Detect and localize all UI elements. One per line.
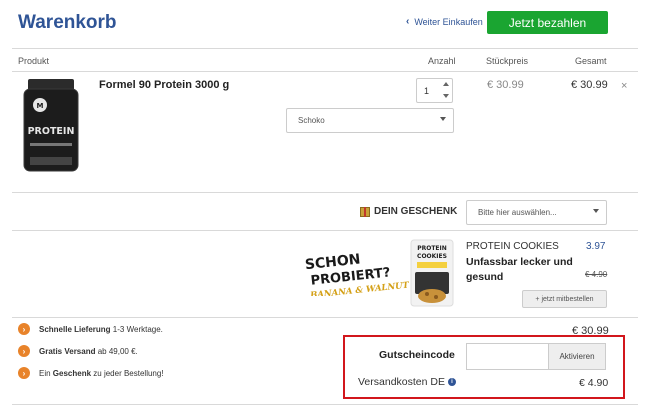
activate-coupon-button[interactable]: Aktivieren (548, 343, 606, 370)
promo-product-title: PROTEIN COOKIES (466, 241, 559, 252)
add-promo-button[interactable]: + jetzt mitbestellen (522, 290, 607, 308)
product-name[interactable]: Formel 90 Protein 3000 g (99, 79, 229, 91)
chevron-right-icon: › (18, 367, 30, 379)
divider (12, 71, 638, 72)
gift-label-text: DEIN GESCHENK (374, 206, 458, 217)
feature-free-shipping: › Gratis Versand ab 49,00 €. (18, 345, 138, 357)
feature-text: Ein Geschenk zu jeder Bestellung! (39, 368, 164, 378)
quantity-stepper[interactable]: 1 (416, 78, 453, 103)
cookie-pack-label-2: COOKIES (417, 253, 447, 260)
info-icon[interactable]: i (447, 378, 456, 386)
column-header-total: Gesamt (575, 56, 607, 66)
unit-price: € 30.99 (487, 79, 524, 91)
line-total: € 30.99 (571, 79, 608, 91)
quantity-up-icon[interactable] (443, 82, 449, 86)
divider (12, 404, 638, 405)
shipping-label: Versandkosten DE i (358, 376, 456, 388)
column-header-unit-price: Stückpreis (486, 56, 529, 66)
quantity-value: 1 (424, 86, 430, 96)
gift-select[interactable]: Bitte hier auswählen... (466, 200, 607, 225)
feature-text: Schnelle Lieferung 1-3 Werktage. (39, 324, 163, 334)
divider (12, 317, 638, 318)
promo-description: Unfassbar lecker und gesund (466, 256, 573, 283)
flavor-select-value: Schoko (298, 116, 325, 125)
column-header-product: Produkt (18, 56, 50, 66)
feature-gift: › Ein Geschenk zu jeder Bestellung! (18, 367, 164, 379)
svg-text:M: M (37, 102, 44, 110)
divider (12, 48, 638, 49)
cookie-pack-image[interactable]: PROTEIN COOKIES (409, 238, 455, 308)
promo-price: 3.97 (586, 241, 606, 252)
chevron-right-icon: › (18, 323, 30, 335)
chevron-left-icon: ‹ (406, 16, 410, 27)
feature-text: Gratis Versand ab 49,00 €. (39, 346, 138, 356)
promo-banner[interactable]: SCHON PROBIERT? BANANA & WALNUT (302, 248, 410, 296)
cookie-pack-label-1: PROTEIN (417, 245, 447, 252)
divider (12, 230, 638, 231)
promo-old-price: € 4.90 (585, 270, 608, 279)
shipping-label-text: Versandkosten DE (358, 376, 445, 388)
pay-now-button[interactable]: Jetzt bezahlen (487, 11, 608, 34)
coupon-label: Gutscheincode (379, 349, 455, 361)
product-image[interactable]: M PROTEIN (20, 77, 82, 174)
continue-shopping-label: Weiter Einkaufen (414, 16, 483, 27)
chevron-down-icon (440, 117, 446, 121)
product-image-brand: PROTEIN (28, 126, 75, 137)
feature-fast-delivery: › Schnelle Lieferung 1-3 Werktage. (18, 323, 163, 335)
flavor-select[interactable]: Schoko (286, 108, 454, 133)
chevron-down-icon (593, 209, 599, 213)
page-title: Warenkorb (18, 12, 117, 33)
continue-shopping-link[interactable]: ‹ Weiter Einkaufen (406, 16, 483, 27)
shipping-value: € 4.90 (579, 377, 609, 389)
divider (12, 192, 638, 193)
remove-item-icon[interactable]: × (621, 80, 627, 92)
gift-select-value: Bitte hier auswählen... (478, 208, 557, 217)
gift-label: DEIN GESCHENK (360, 206, 457, 217)
column-header-quantity: Anzahl (428, 56, 456, 66)
chevron-right-icon: › (18, 345, 30, 357)
coupon-input[interactable] (466, 343, 549, 370)
quantity-down-icon[interactable] (443, 94, 449, 98)
gift-icon (360, 206, 370, 217)
